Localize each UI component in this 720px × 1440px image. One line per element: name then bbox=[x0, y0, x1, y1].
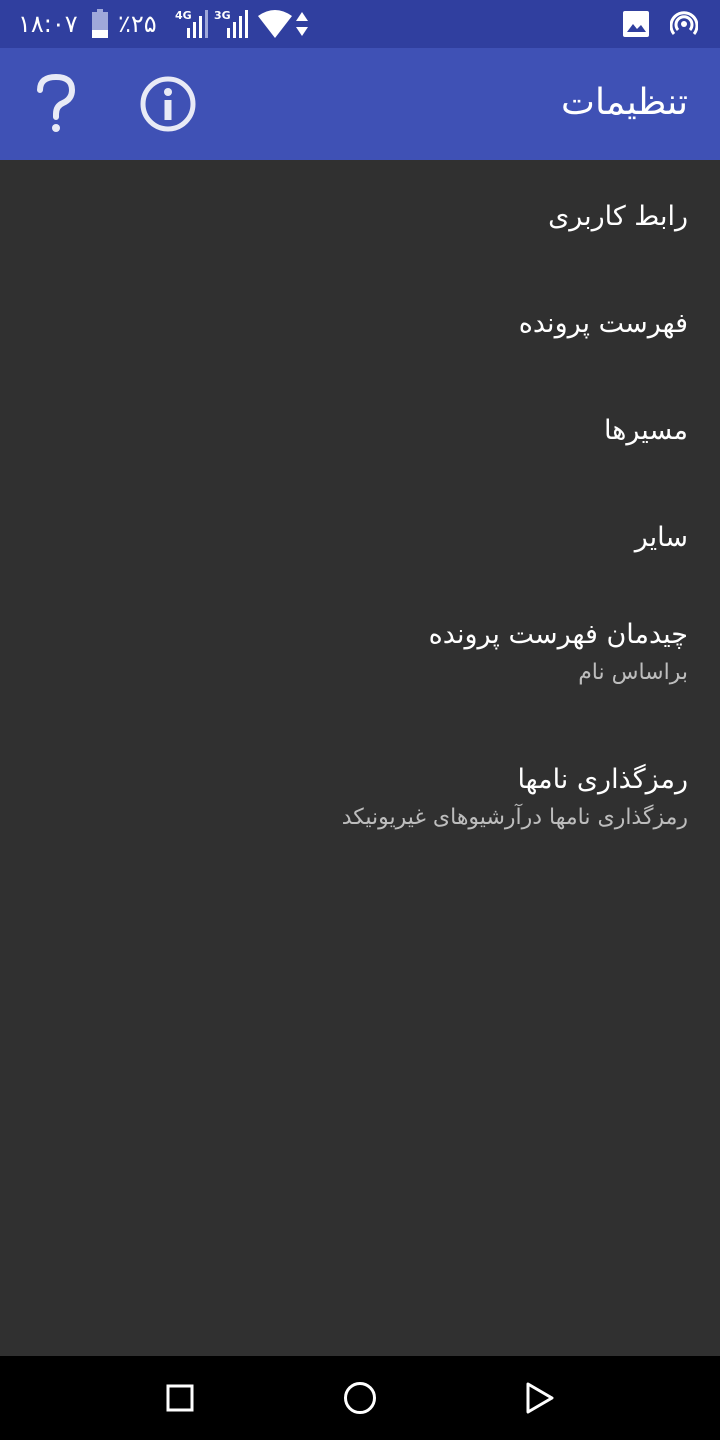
square-icon bbox=[166, 1384, 194, 1412]
back-button[interactable] bbox=[510, 1368, 570, 1428]
pref-title: رابط کاربری bbox=[548, 201, 688, 232]
triangle-icon bbox=[526, 1382, 554, 1414]
status-time: ۱۸:۰۷ bbox=[18, 10, 78, 38]
hotspot-icon bbox=[670, 11, 698, 35]
pref-name-encoding[interactable]: رمزگذاری نامها رمزگذاری نامها درآرشیوهای… bbox=[0, 733, 720, 878]
info-icon bbox=[140, 76, 196, 132]
battery-icon bbox=[92, 9, 108, 38]
navigation-bar bbox=[0, 1356, 720, 1440]
signal-icon bbox=[187, 10, 208, 38]
image-notification-icon bbox=[623, 11, 649, 37]
page-title: تنظیمات bbox=[561, 82, 688, 123]
pref-paths[interactable]: مسیرها bbox=[0, 374, 720, 481]
pref-file-list[interactable]: فهرست پرونده bbox=[0, 267, 720, 374]
signal-icon-2 bbox=[227, 10, 248, 38]
question-mark-icon bbox=[37, 74, 76, 132]
wifi-icon bbox=[258, 10, 292, 38]
pref-title: فهرست پرونده bbox=[518, 308, 688, 339]
pref-file-list-sort[interactable]: چیدمان فهرست پرونده براساس نام bbox=[0, 588, 720, 733]
home-button[interactable] bbox=[330, 1368, 390, 1428]
pref-summary: براساس نام bbox=[578, 660, 688, 685]
status-bar: ۱۸:۰۷ ٪۲۵ 4G 3G bbox=[0, 0, 720, 48]
circle-icon bbox=[344, 1382, 376, 1414]
settings-list: رابط کاربری فهرست پرونده مسیرها سایر چید… bbox=[0, 160, 720, 878]
info-button[interactable] bbox=[134, 70, 202, 138]
pref-title: سایر bbox=[634, 522, 688, 553]
pref-summary: رمزگذاری نامها درآرشیوهای غیریونیکد bbox=[341, 805, 688, 830]
pref-other[interactable]: سایر bbox=[0, 481, 720, 588]
pref-user-interface[interactable]: رابط کاربری bbox=[0, 160, 720, 267]
battery-percent: ٪۲۵ bbox=[118, 10, 157, 38]
pref-title: چیدمان فهرست پرونده bbox=[428, 619, 688, 650]
pref-title: رمزگذاری نامها bbox=[517, 764, 688, 795]
pref-title: مسیرها bbox=[603, 415, 688, 446]
data-activity-icon bbox=[296, 12, 308, 36]
help-button[interactable] bbox=[22, 70, 90, 138]
recents-button[interactable] bbox=[150, 1368, 210, 1428]
app-bar: تنظیمات bbox=[0, 48, 720, 160]
